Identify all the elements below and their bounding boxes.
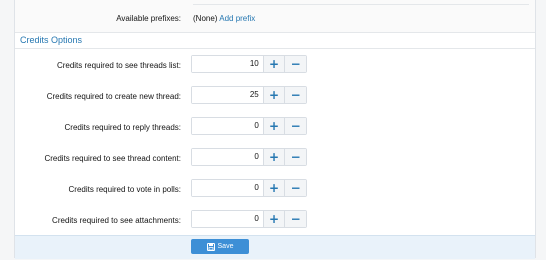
prefixes-label: Available prefixes: bbox=[116, 14, 181, 23]
increment-button[interactable]: + bbox=[262, 180, 285, 196]
field-label: Credits required to create new thread: bbox=[46, 92, 181, 101]
field-row-see-thread-content: Credits required to see thread content: … bbox=[15, 148, 535, 170]
field-row-reply-threads: Credits required to reply threads: 0 + − bbox=[15, 117, 535, 139]
increment-button[interactable]: + bbox=[262, 149, 285, 165]
field-row-see-threads-list: Credits required to see threads list: 10… bbox=[15, 55, 535, 77]
quantity-stepper: 0 + − bbox=[191, 179, 307, 197]
prefix-row: Available prefixes: (None) Add prefix bbox=[15, 0, 535, 33]
decrement-button[interactable]: − bbox=[284, 87, 307, 103]
form-submit-row: Save bbox=[15, 235, 535, 259]
decrement-button[interactable]: − bbox=[284, 56, 307, 72]
decrement-button[interactable]: − bbox=[284, 118, 307, 134]
decrement-button[interactable]: − bbox=[284, 180, 307, 196]
field-row-create-new-thread: Credits required to create new thread: 2… bbox=[15, 86, 535, 108]
prefixes-none-text: (None) bbox=[193, 14, 218, 23]
stepper-value-input[interactable]: 0 bbox=[192, 211, 263, 227]
quantity-stepper: 25 + − bbox=[191, 86, 307, 104]
increment-button[interactable]: + bbox=[262, 211, 285, 227]
increment-button[interactable]: + bbox=[262, 56, 285, 72]
field-label: Credits required to see thread content: bbox=[44, 154, 181, 163]
quantity-stepper: 0 + − bbox=[191, 148, 307, 166]
stepper-value-input[interactable]: 25 bbox=[192, 87, 263, 103]
stepper-value-input[interactable]: 0 bbox=[192, 118, 263, 134]
field-label: Credits required to see attachments: bbox=[52, 216, 181, 225]
floppy-disk-icon bbox=[206, 242, 215, 251]
prefixes-value: (None) Add prefix bbox=[193, 14, 255, 23]
section-header: Credits Options bbox=[15, 32, 535, 49]
save-button-label: Save bbox=[217, 243, 234, 250]
quantity-stepper: 0 + − bbox=[191, 210, 307, 228]
quantity-stepper: 10 + − bbox=[191, 55, 307, 73]
add-prefix-link[interactable]: Add prefix bbox=[219, 14, 255, 23]
decrement-button[interactable]: − bbox=[284, 211, 307, 227]
quantity-stepper: 0 + − bbox=[191, 117, 307, 135]
stepper-value-input[interactable]: 0 bbox=[192, 180, 263, 196]
field-label: Credits required to vote in polls: bbox=[68, 185, 182, 194]
divider bbox=[193, 4, 529, 5]
field-label: Credits required to see threads list: bbox=[56, 61, 181, 70]
field-row-see-attachments: Credits required to see attachments: 0 +… bbox=[15, 210, 535, 232]
increment-button[interactable]: + bbox=[262, 87, 285, 103]
stepper-value-input[interactable]: 0 bbox=[192, 149, 263, 165]
decrement-button[interactable]: − bbox=[284, 149, 307, 165]
field-label: Credits required to reply threads: bbox=[64, 123, 182, 132]
increment-button[interactable]: + bbox=[262, 118, 285, 134]
stepper-value-input[interactable]: 10 bbox=[192, 56, 263, 72]
field-row-vote-in-polls: Credits required to vote in polls: 0 + − bbox=[15, 179, 535, 201]
options-panel: Available prefixes: (None) Add prefix Cr… bbox=[14, 0, 536, 259]
save-button[interactable]: Save bbox=[191, 239, 249, 254]
section-title: Credits Options bbox=[20, 35, 83, 45]
